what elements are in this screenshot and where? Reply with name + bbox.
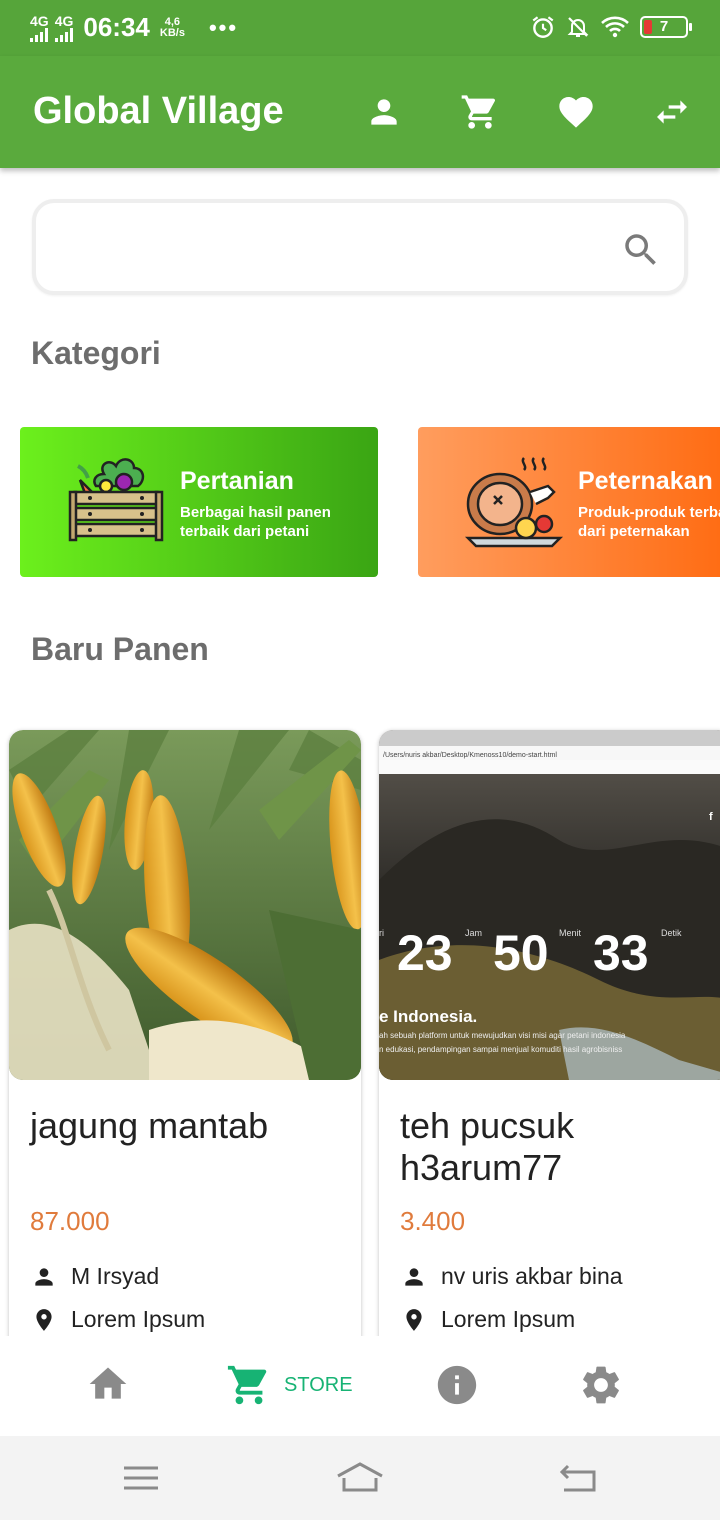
- status-bar: 4G 4G 06:34 4,6 KB/s ••• 7: [0, 0, 720, 56]
- nav-info[interactable]: [434, 1362, 480, 1408]
- product-location: Lorem Ipsum: [31, 1306, 205, 1333]
- seller-name: nv uris akbar bina: [441, 1263, 623, 1289]
- nav-settings[interactable]: [578, 1362, 624, 1408]
- countdown-value: 23: [397, 925, 453, 981]
- app-actions: [364, 90, 692, 134]
- product-name: teh pucsuk h3arum77: [400, 1105, 575, 1188]
- product-image-corn[interactable]: [9, 730, 361, 1080]
- category-desc-line: Produk-produk terbaik: [578, 504, 720, 521]
- swap-button[interactable]: [652, 90, 692, 134]
- nav-store[interactable]: STORE: [226, 1362, 353, 1408]
- product-location: Lorem Ipsum: [401, 1306, 575, 1333]
- signal-1: 4G: [30, 14, 49, 42]
- category-card-peternakan[interactable]: Peternakan Produk-produk terbaik dari pe…: [418, 427, 720, 577]
- location-name: Lorem Ipsum: [71, 1306, 206, 1332]
- countdown-label: Detik: [661, 928, 682, 938]
- network-speed: 4,6 KB/s: [159, 15, 185, 39]
- cart-icon: [461, 95, 496, 129]
- app-bar: Global Village: [0, 56, 720, 168]
- category-desc-line: Berbagai hasil panen: [180, 504, 331, 521]
- countdown-label: Menit: [559, 928, 582, 938]
- clock: 06:34: [83, 12, 150, 42]
- signal-bars-icon: [54, 27, 73, 42]
- countdown-label: Jam: [465, 928, 482, 938]
- countdown-value: 50: [493, 925, 549, 981]
- person-icon: [35, 1267, 53, 1286]
- product-name: jagung mantab: [30, 1105, 269, 1146]
- info-icon: [437, 1365, 477, 1405]
- speed-value: 4,6: [164, 15, 181, 28]
- signal-2: 4G: [54, 12, 74, 42]
- browser-url: /Users/nuris akbar/Desktop/Kmenoss10/dem…: [383, 752, 557, 759]
- heart-icon: [559, 97, 593, 128]
- location-name: Lorem Ipsum: [441, 1306, 576, 1332]
- category-card-pertanian[interactable]: Pertanian Berbagai hasil panen terbaik d…: [20, 427, 378, 577]
- product-seller: M Irsyad: [31, 1263, 159, 1290]
- category-name: Pertanian: [180, 467, 294, 495]
- categories-title: Kategori: [31, 335, 161, 371]
- bottom-navigation: STORE: [0, 1336, 720, 1436]
- product-price: 87.000: [30, 1206, 110, 1236]
- seller-name: M Irsyad: [71, 1263, 160, 1289]
- facebook-icon: f: [709, 811, 713, 823]
- favorites-button[interactable]: [556, 90, 596, 134]
- person-icon: [371, 99, 397, 125]
- product-image-screenshot[interactable]: /Users/nuris akbar/Desktop/Kmenoss10/dem…: [379, 730, 720, 1080]
- system-navigation-bar: [0, 1436, 720, 1520]
- product-price: 3.400: [400, 1206, 466, 1236]
- search-bar[interactable]: [32, 199, 688, 295]
- category-desc-line: terbaik dari petani: [180, 523, 310, 540]
- countdown-value: 33: [593, 925, 649, 981]
- home-icon: [89, 1367, 127, 1399]
- battery-icon: 7: [640, 16, 692, 38]
- location-pin-icon: [406, 1308, 422, 1331]
- back-icon[interactable]: [558, 1462, 600, 1494]
- status-right: 7: [530, 14, 692, 40]
- status-left: 4G 4G 06:34 4,6 KB/s •••: [30, 12, 238, 43]
- home-outline-icon[interactable]: [334, 1462, 386, 1494]
- site-headline: e Indonesia.: [379, 1007, 477, 1026]
- person-icon: [405, 1267, 423, 1286]
- category-description: Produk-produk terbaik dari peternakan: [578, 503, 720, 541]
- profile-button[interactable]: [364, 90, 404, 134]
- mute-notifications-icon: [567, 17, 589, 37]
- alarm-icon: [532, 16, 554, 38]
- cart-button[interactable]: [460, 90, 500, 134]
- speed-unit: KB/s: [159, 26, 185, 39]
- vegetable-crate-icon: [68, 458, 164, 542]
- site-body-text: n edukasi, pendampingan sampai menjual k…: [379, 1045, 622, 1054]
- new-harvest-title: Baru Panen: [31, 631, 209, 667]
- site-body-text: ah sebuah platform untuk mewujudkan visi…: [379, 1031, 626, 1040]
- settings-icon: [583, 1366, 619, 1404]
- product-card[interactable]: /Users/nuris akbar/Desktop/Kmenoss10/dem…: [379, 730, 720, 1350]
- category-description: Berbagai hasil panen terbaik dari petani: [180, 503, 331, 541]
- product-card[interactable]: jagung mantab 87.000 M Irsyad Lorem Ipsu…: [9, 730, 361, 1350]
- swap-icon: [657, 100, 687, 124]
- menu-icon[interactable]: [122, 1462, 160, 1494]
- search-input[interactable]: [60, 225, 620, 269]
- website-screenshot: /Users/nuris akbar/Desktop/Kmenoss10/dem…: [379, 730, 720, 1080]
- network-type-2: 4G: [54, 12, 74, 29]
- nav-store-label: STORE: [284, 1373, 353, 1396]
- overflow-dots: •••: [208, 14, 239, 40]
- signal-bars-icon: [30, 27, 48, 42]
- store-cart-icon: [227, 1365, 267, 1405]
- roast-ham-icon: [464, 457, 564, 548]
- product-seller: nv uris akbar bina: [401, 1263, 623, 1290]
- network-type-1: 4G: [30, 12, 49, 29]
- app-title: Global Village: [33, 90, 284, 132]
- nav-home[interactable]: [86, 1362, 130, 1406]
- category-name: Peternakan: [578, 467, 713, 495]
- location-pin-icon: [36, 1308, 52, 1331]
- battery-level: 7: [659, 18, 669, 35]
- countdown-label: ri: [379, 928, 384, 938]
- wifi-icon: [601, 16, 629, 38]
- category-desc-line: dari peternakan: [578, 523, 690, 540]
- search-icon[interactable]: [620, 229, 662, 271]
- corn-photo: [9, 730, 361, 1080]
